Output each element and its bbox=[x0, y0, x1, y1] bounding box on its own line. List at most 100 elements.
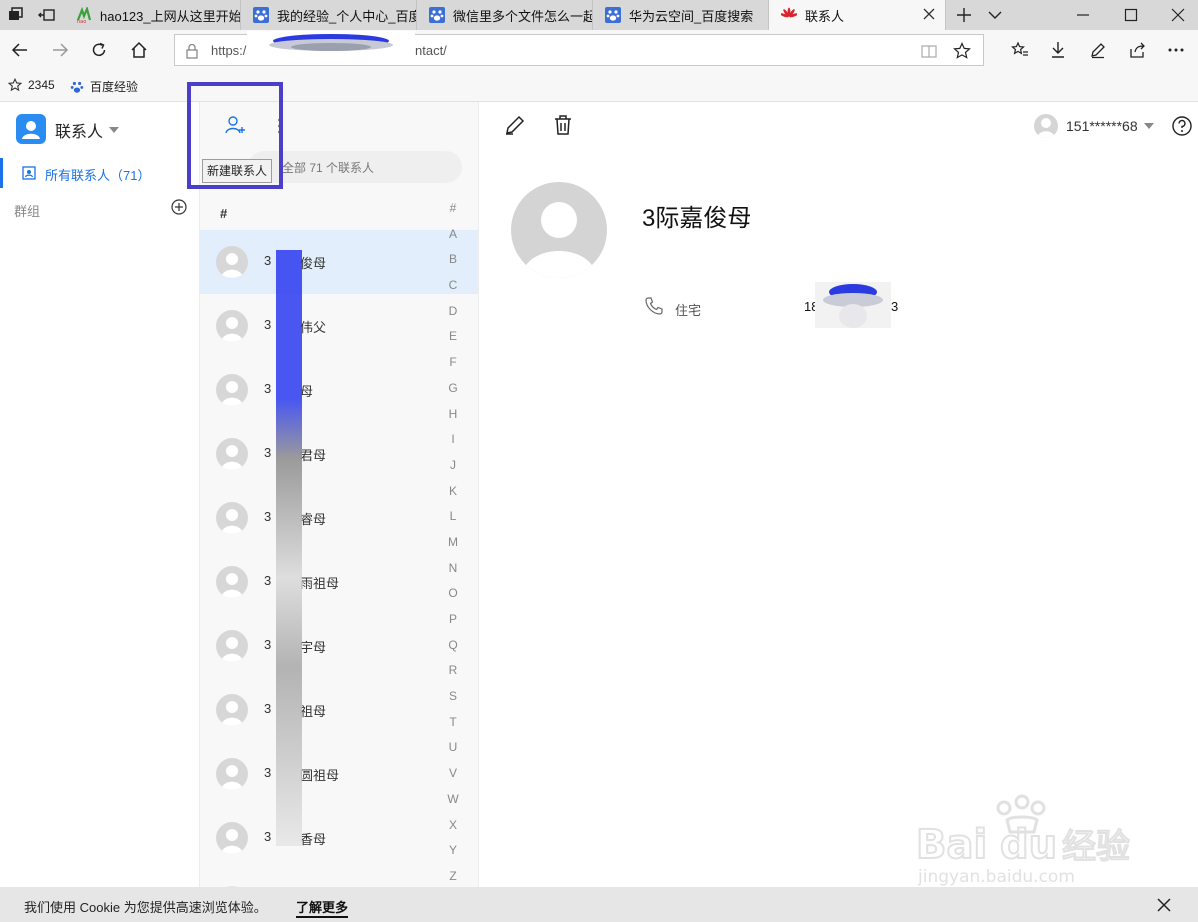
avatar bbox=[216, 630, 248, 662]
favorite-baidu-jingyan[interactable]: 百度经验 bbox=[70, 78, 138, 95]
alphabet-letter[interactable]: Q bbox=[444, 633, 462, 659]
tab-label: 我的经验_个人中心_百度 bbox=[277, 8, 417, 24]
refresh-icon[interactable] bbox=[87, 38, 111, 62]
alphabet-letter[interactable]: K bbox=[444, 479, 462, 505]
new-tab-icon[interactable] bbox=[956, 7, 972, 23]
back-arrow-icon[interactable] bbox=[8, 38, 32, 62]
alphabet-letter[interactable]: X bbox=[444, 813, 462, 839]
alphabet-letter[interactable]: I bbox=[444, 427, 462, 453]
svg-text:hao: hao bbox=[77, 19, 86, 23]
contact-photo[interactable] bbox=[511, 182, 607, 278]
alphabet-letter[interactable]: C bbox=[444, 273, 462, 299]
contact-row[interactable]: 3 俊母 bbox=[200, 230, 478, 294]
contact-row[interactable]: 3 雨祖母 bbox=[200, 550, 478, 614]
home-icon[interactable] bbox=[127, 38, 151, 62]
close-cookie-icon[interactable] bbox=[1157, 898, 1171, 912]
account-menu[interactable]: 151******68 bbox=[1066, 118, 1154, 134]
contact-list-panel: 全部 71 个联系人 # 3 俊母 3 伟父 3 母 3 君母 3 睿母 3 雨祖母 3 宇母 3 祖母 3 圆祖… bbox=[200, 102, 479, 918]
tab-label: 华为云空间_百度搜索 bbox=[629, 8, 754, 24]
alphabet-letter[interactable]: T bbox=[444, 710, 462, 736]
tab-label: 联系人 bbox=[805, 8, 845, 24]
alphabet-letter[interactable]: Z bbox=[444, 864, 462, 890]
tab-baidu-jingyan[interactable]: 我的经验_个人中心_百度 bbox=[241, 0, 417, 30]
redacted-names-strip bbox=[276, 250, 302, 846]
alphabet-letter[interactable]: E bbox=[444, 324, 462, 350]
alphabet-letter[interactable]: A bbox=[444, 222, 462, 248]
share-icon[interactable] bbox=[1126, 38, 1150, 62]
alphabet-letter[interactable]: L bbox=[444, 504, 462, 530]
maximize-icon[interactable] bbox=[1124, 7, 1138, 23]
contact-row[interactable]: 3 睿母 bbox=[200, 486, 478, 550]
alphabet-letter[interactable]: # bbox=[444, 196, 462, 222]
contact-row[interactable]: 3 伟父 bbox=[200, 294, 478, 358]
contact-row[interactable]: 3 君母 bbox=[200, 422, 478, 486]
redacted-url-mask bbox=[247, 31, 415, 65]
address-bar[interactable]: https:/ ntact/ bbox=[174, 31, 984, 66]
download-icon[interactable] bbox=[1046, 38, 1070, 62]
contact-name-prefix: 3 bbox=[264, 381, 272, 396]
browser-tab-bar: hao hao123_上网从这里开始 我的经验_个人中心_百度 微信里多个文件怎… bbox=[0, 0, 1198, 30]
alphabet-letter[interactable]: M bbox=[444, 530, 462, 556]
forward-arrow-icon[interactable] bbox=[48, 38, 72, 62]
alphabet-letter[interactable]: P bbox=[444, 607, 462, 633]
alphabet-letter[interactable]: S bbox=[444, 684, 462, 710]
more-menu-icon[interactable] bbox=[1164, 38, 1188, 62]
edit-pencil-icon[interactable] bbox=[504, 114, 526, 136]
baidu-paw-icon bbox=[70, 80, 84, 94]
alphabet-index[interactable]: # A B C D E F G H I J K L M N O P Q R S T U V W X Y Z bbox=[444, 196, 462, 890]
close-tab-icon[interactable] bbox=[923, 8, 935, 20]
contact-name-prefix: 3 bbox=[264, 317, 272, 332]
contact-row[interactable]: 3 宇母 bbox=[200, 614, 478, 678]
tab-list-chevron-icon[interactable] bbox=[987, 8, 1003, 22]
alphabet-letter[interactable]: Y bbox=[444, 838, 462, 864]
close-window-icon[interactable] bbox=[1170, 7, 1186, 23]
alphabet-letter[interactable]: O bbox=[444, 581, 462, 607]
add-group-icon[interactable] bbox=[171, 199, 187, 215]
contact-row[interactable]: 3 祖母 bbox=[200, 678, 478, 742]
app-title: 联系人 bbox=[55, 124, 104, 141]
tab-wechat-files[interactable]: 微信里多个文件怎么一起 bbox=[417, 0, 593, 30]
delete-trash-icon[interactable] bbox=[552, 114, 574, 136]
cookie-learn-more-link[interactable]: 了解更多 bbox=[296, 897, 349, 918]
user-avatar[interactable] bbox=[1034, 114, 1058, 138]
minimize-icon[interactable] bbox=[1076, 7, 1090, 23]
alphabet-letter[interactable]: R bbox=[444, 658, 462, 684]
alphabet-letter[interactable]: H bbox=[444, 402, 462, 428]
tab-huawei-search[interactable]: 华为云空间_百度搜索 bbox=[593, 0, 769, 30]
account-name: 151******68 bbox=[1066, 118, 1138, 134]
alphabet-letter[interactable]: W bbox=[444, 787, 462, 813]
contact-name: 祖母 bbox=[300, 704, 327, 719]
add-contact-icon[interactable] bbox=[224, 114, 246, 136]
nav-all-contacts[interactable]: 所有联系人（71） bbox=[0, 158, 199, 188]
alphabet-letter[interactable]: J bbox=[444, 453, 462, 479]
tab-hao123[interactable]: hao hao123_上网从这里开始 bbox=[64, 0, 241, 30]
contact-row[interactable]: 3 圆祖母 bbox=[200, 742, 478, 806]
contact-row[interactable]: 3 香母 bbox=[200, 806, 478, 870]
avatar bbox=[216, 694, 248, 726]
alphabet-letter[interactable]: B bbox=[444, 247, 462, 273]
favorite-2345[interactable]: 2345 bbox=[8, 78, 55, 92]
favorite-star-icon[interactable] bbox=[953, 42, 971, 60]
contact-name-prefix: 3 bbox=[264, 253, 272, 268]
contact-name: 3际嘉俊母 bbox=[642, 205, 752, 232]
contact-row[interactable]: 3母 bbox=[200, 358, 478, 422]
nav-all-contacts-label: 所有联系人（71） bbox=[45, 168, 151, 183]
contacts-page: 联系人 所有联系人（71） 群组 全部 71 个联系人 # 3 俊母 3 伟父 3 母 3 君… bbox=[0, 82, 1198, 922]
tab-contacts[interactable]: 联系人 bbox=[769, 0, 946, 30]
app-switcher[interactable]: 联系人 bbox=[55, 118, 120, 142]
alphabet-letter[interactable]: F bbox=[444, 350, 462, 376]
alphabet-letter[interactable]: N bbox=[444, 556, 462, 582]
help-icon[interactable] bbox=[1172, 116, 1192, 136]
groups-label: 群组 bbox=[14, 204, 41, 219]
alphabet-letter[interactable]: V bbox=[444, 761, 462, 787]
reading-view-icon[interactable] bbox=[921, 43, 937, 59]
alphabet-letter[interactable]: G bbox=[444, 376, 462, 402]
web-note-pen-icon[interactable] bbox=[1086, 38, 1110, 62]
tab-actions-icon[interactable] bbox=[8, 7, 24, 23]
favorites-bar: 2345 百度经验 bbox=[0, 70, 1198, 102]
alphabet-letter[interactable]: U bbox=[444, 735, 462, 761]
contact-name: 圆祖母 bbox=[300, 768, 340, 783]
alphabet-letter[interactable]: D bbox=[444, 299, 462, 325]
favorites-hub-icon[interactable] bbox=[1008, 38, 1032, 62]
set-tabs-aside-icon[interactable] bbox=[38, 7, 56, 23]
